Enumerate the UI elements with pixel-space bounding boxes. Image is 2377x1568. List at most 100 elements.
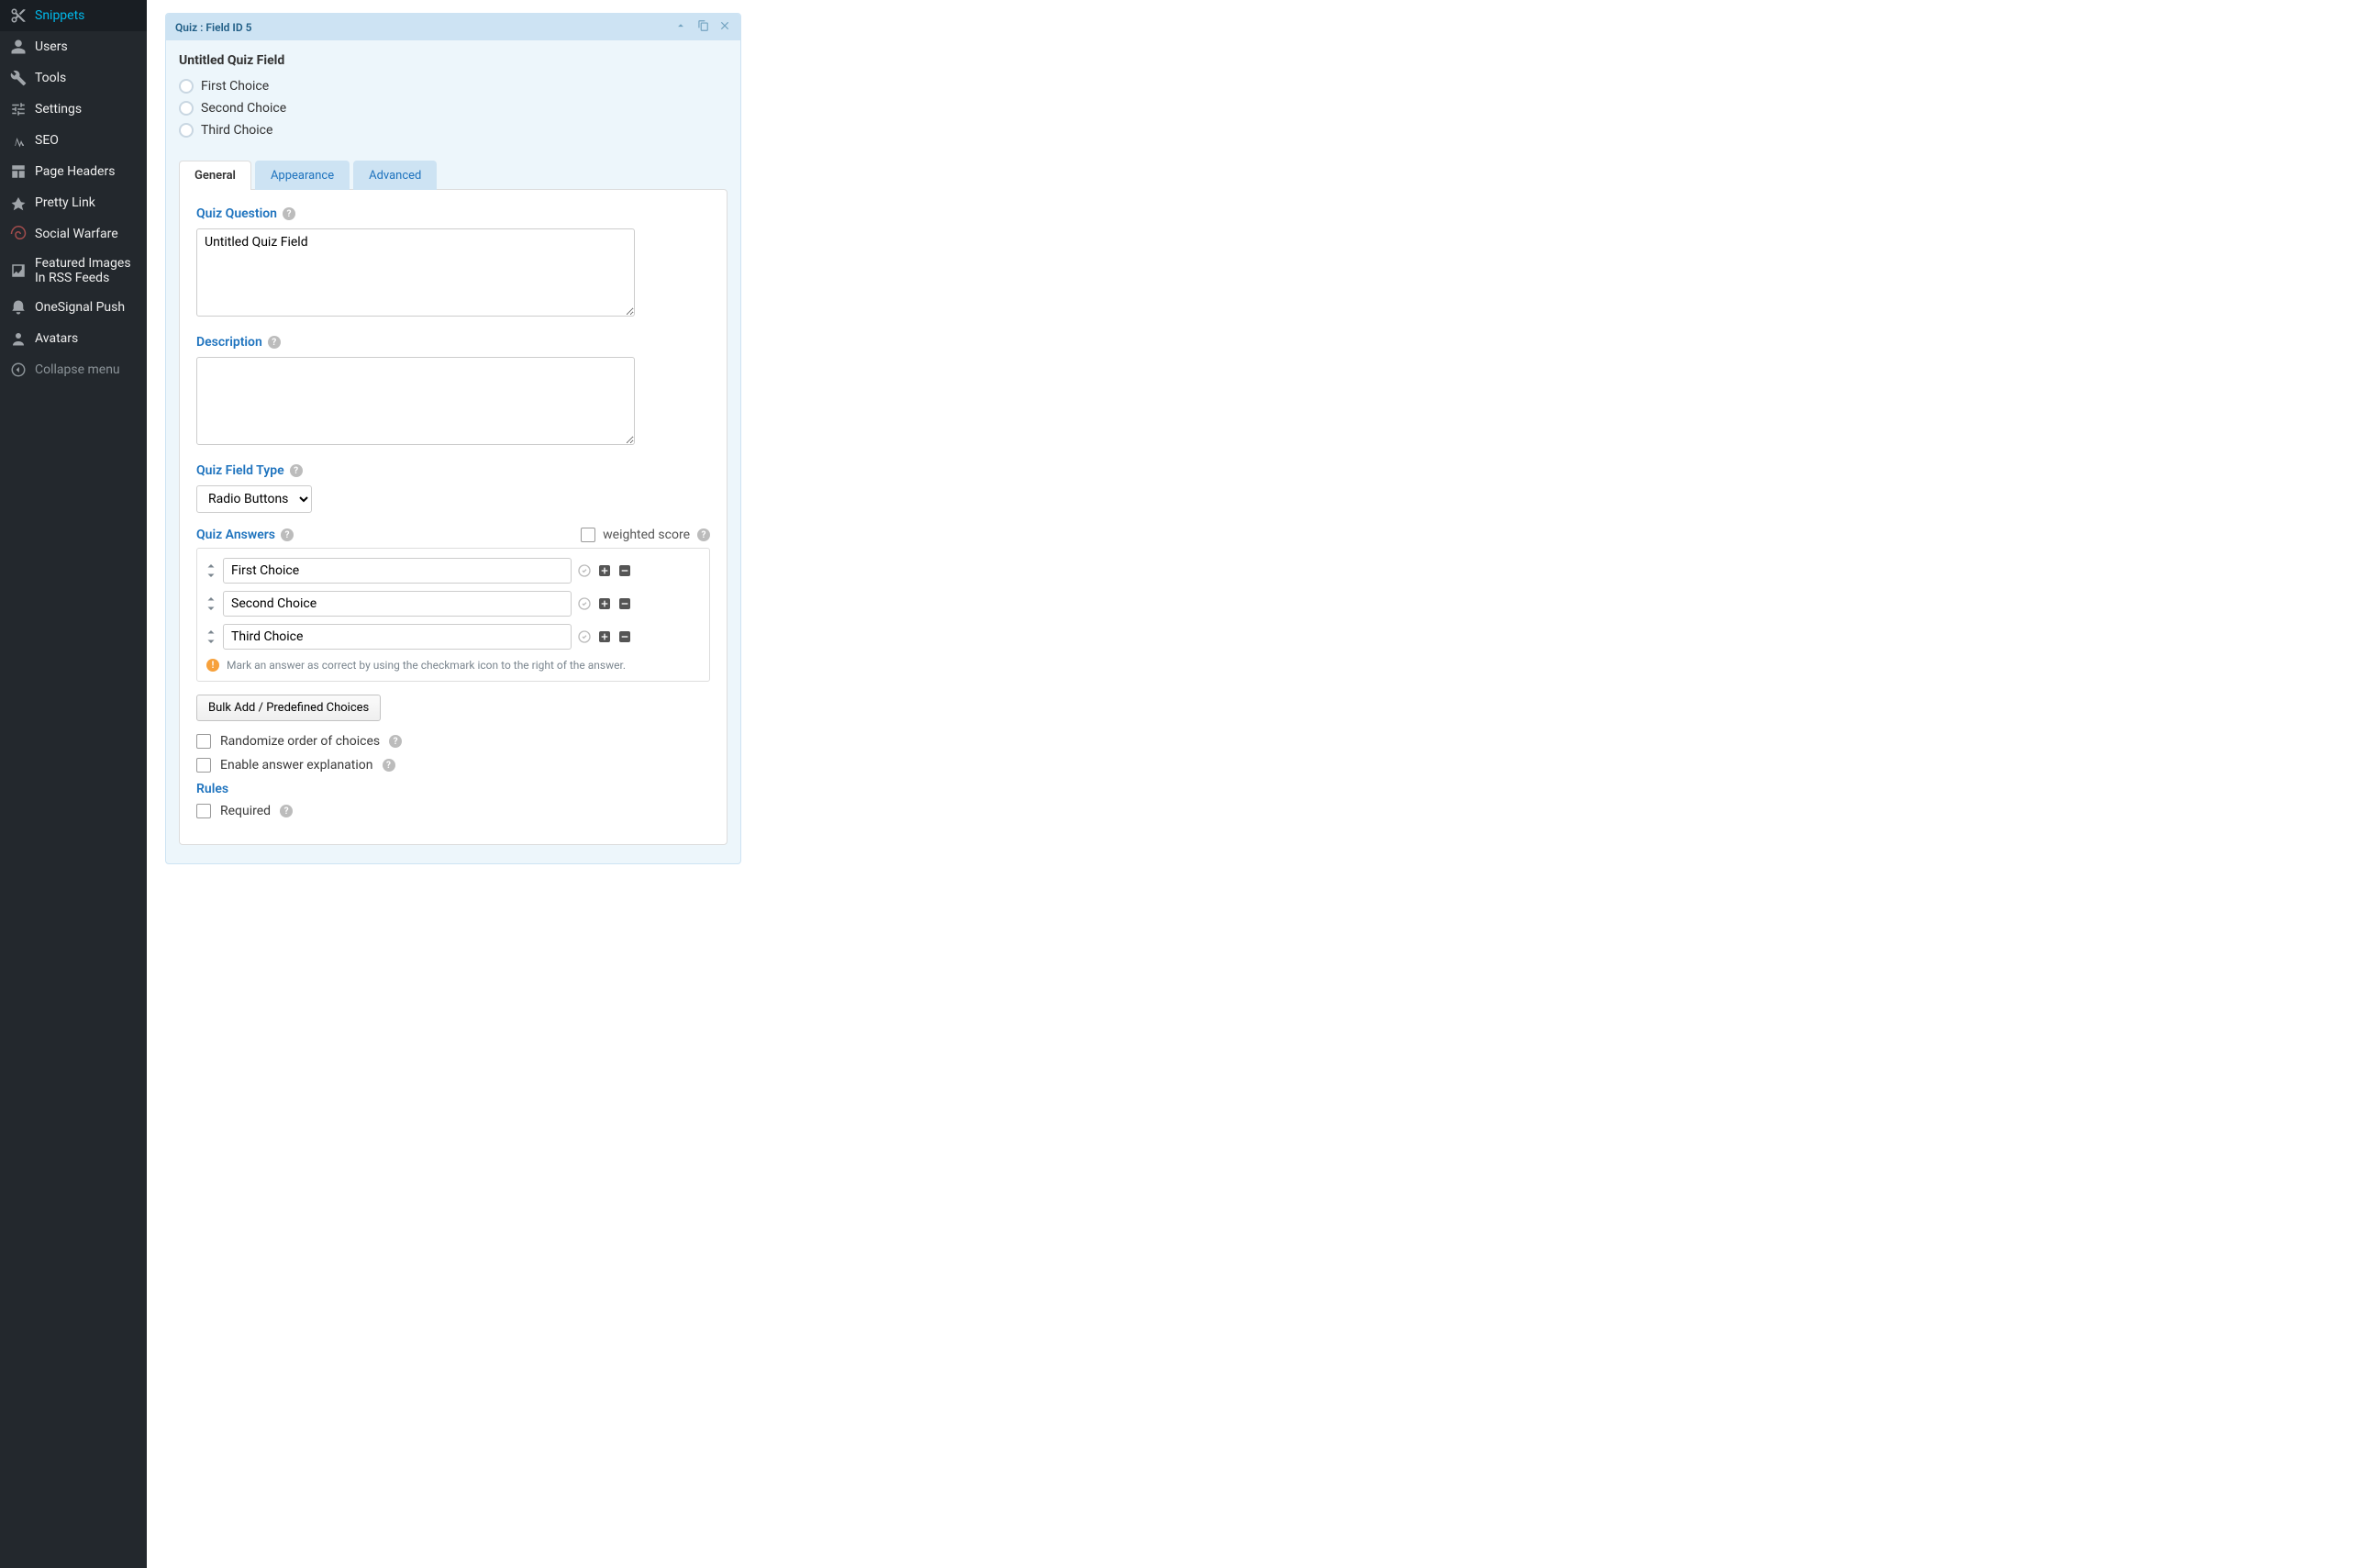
- quiz-field-panel: Quiz : Field ID 5 Untitled Quiz Field Fi…: [165, 13, 741, 864]
- info-icon: !: [206, 659, 219, 672]
- sidebar-item-pretty-link[interactable]: Pretty Link: [0, 187, 147, 218]
- sidebar-item-onesignal[interactable]: OneSignal Push: [0, 292, 147, 323]
- wrench-icon: [9, 69, 28, 87]
- randomize-label: Randomize order of choices: [220, 734, 380, 749]
- sidebar-item-label: Avatars: [35, 331, 78, 346]
- sidebar-item-collapse[interactable]: Collapse menu: [0, 354, 147, 385]
- answers-box: ! Mark an answer as correct by using the…: [196, 548, 710, 682]
- sidebar-item-featured-images[interactable]: Featured Images In RSS Feeds: [0, 250, 147, 292]
- field-type-label: Quiz Field Type ?: [196, 463, 710, 478]
- preview-choice[interactable]: First Choice: [179, 75, 728, 97]
- enable-explanation-label: Enable answer explanation: [220, 758, 373, 773]
- sidebar-item-label: Featured Images In RSS Feeds: [35, 256, 138, 285]
- admin-sidebar: Snippets Users Tools Settings SEO Page H…: [0, 0, 147, 1568]
- sidebar-item-tools[interactable]: Tools: [0, 62, 147, 94]
- add-answer-icon[interactable]: [597, 629, 612, 644]
- sidebar-item-label: Users: [35, 39, 68, 54]
- duplicate-panel-icon[interactable]: [696, 19, 709, 35]
- drag-handle-icon[interactable]: [206, 630, 217, 643]
- required-checkbox[interactable]: [196, 804, 211, 818]
- help-icon[interactable]: ?: [290, 464, 303, 477]
- weighted-score-checkbox[interactable]: [581, 528, 595, 542]
- radio-icon: [179, 101, 194, 116]
- user-icon: [9, 38, 28, 56]
- answer-input[interactable]: [223, 591, 572, 617]
- mark-correct-icon[interactable]: [577, 629, 592, 644]
- main-content: Quiz : Field ID 5 Untitled Quiz Field Fi…: [147, 0, 2377, 1568]
- mark-correct-icon[interactable]: [577, 563, 592, 578]
- collapse-panel-icon[interactable]: [674, 19, 687, 35]
- help-icon[interactable]: ?: [697, 528, 710, 541]
- help-icon[interactable]: ?: [281, 528, 294, 541]
- sidebar-item-label: Tools: [35, 71, 66, 85]
- scissors-icon: [9, 6, 28, 25]
- preview-choice-label: Second Choice: [201, 101, 286, 116]
- tab-appearance[interactable]: Appearance: [255, 161, 350, 190]
- sidebar-item-label: Settings: [35, 102, 82, 117]
- help-icon[interactable]: ?: [283, 207, 295, 220]
- mark-correct-icon[interactable]: [577, 596, 592, 611]
- avatar-icon: [9, 329, 28, 348]
- layout-icon: [9, 162, 28, 181]
- required-label: Required: [220, 804, 271, 818]
- remove-answer-icon[interactable]: [617, 629, 632, 644]
- tab-general[interactable]: General: [179, 161, 251, 190]
- bulk-add-button[interactable]: Bulk Add / Predefined Choices: [196, 695, 381, 721]
- preview-title: Untitled Quiz Field: [179, 53, 728, 68]
- answer-input[interactable]: [223, 624, 572, 650]
- drag-handle-icon[interactable]: [206, 564, 217, 577]
- sidebar-item-seo[interactable]: SEO: [0, 125, 147, 156]
- sidebar-item-page-headers[interactable]: Page Headers: [0, 156, 147, 187]
- delete-panel-icon[interactable]: [718, 19, 731, 35]
- weighted-score-label: weighted score: [603, 528, 690, 542]
- image-icon: [9, 261, 28, 280]
- radio-icon: [179, 123, 194, 138]
- add-answer-icon[interactable]: [597, 563, 612, 578]
- preview-choice[interactable]: Third Choice: [179, 119, 728, 141]
- help-icon[interactable]: ?: [389, 735, 402, 748]
- remove-answer-icon[interactable]: [617, 596, 632, 611]
- randomize-checkbox[interactable]: [196, 734, 211, 749]
- sliders-icon: [9, 100, 28, 118]
- sidebar-item-label: Collapse menu: [35, 362, 120, 377]
- help-icon[interactable]: ?: [383, 759, 395, 772]
- tab-general-body: Quiz Question ? Untitled Quiz Field Desc…: [179, 189, 728, 845]
- sidebar-item-users[interactable]: Users: [0, 31, 147, 62]
- answers-hint: ! Mark an answer as correct by using the…: [206, 659, 700, 672]
- answer-input[interactable]: [223, 558, 572, 584]
- panel-title: Quiz : Field ID 5: [175, 21, 252, 34]
- sidebar-item-avatars[interactable]: Avatars: [0, 323, 147, 354]
- collapse-icon: [9, 361, 28, 379]
- panel-header: Quiz : Field ID 5: [166, 14, 740, 40]
- answer-row: [206, 587, 700, 620]
- sidebar-item-settings[interactable]: Settings: [0, 94, 147, 125]
- rules-label: Rules: [196, 782, 710, 796]
- preview-choice-label: Third Choice: [201, 123, 272, 138]
- sidebar-item-label: OneSignal Push: [35, 300, 125, 315]
- quiz-question-label: Quiz Question ?: [196, 206, 710, 221]
- sidebar-item-label: Pretty Link: [35, 195, 95, 210]
- swirl-icon: [9, 225, 28, 243]
- description-label: Description ?: [196, 335, 710, 350]
- preview-choice[interactable]: Second Choice: [179, 97, 728, 119]
- sidebar-item-label: SEO: [35, 133, 59, 148]
- sidebar-item-label: Page Headers: [35, 164, 115, 179]
- description-input[interactable]: [196, 357, 635, 445]
- add-answer-icon[interactable]: [597, 596, 612, 611]
- field-tabs: General Appearance Advanced: [166, 160, 740, 189]
- radio-icon: [179, 79, 194, 94]
- star-icon: [9, 194, 28, 212]
- sidebar-item-label: Social Warfare: [35, 227, 118, 241]
- field-preview[interactable]: Untitled Quiz Field First Choice Second …: [166, 40, 740, 160]
- tab-advanced[interactable]: Advanced: [353, 161, 437, 190]
- sidebar-item-snippets[interactable]: Snippets: [0, 0, 147, 31]
- sidebar-item-social-warfare[interactable]: Social Warfare: [0, 218, 147, 250]
- remove-answer-icon[interactable]: [617, 563, 632, 578]
- field-type-select[interactable]: Radio Buttons: [196, 485, 312, 513]
- help-icon[interactable]: ?: [280, 805, 293, 817]
- drag-handle-icon[interactable]: [206, 597, 217, 610]
- enable-explanation-checkbox[interactable]: [196, 758, 211, 773]
- quiz-question-input[interactable]: Untitled Quiz Field: [196, 228, 635, 317]
- help-icon[interactable]: ?: [268, 336, 281, 349]
- seo-icon: [9, 131, 28, 150]
